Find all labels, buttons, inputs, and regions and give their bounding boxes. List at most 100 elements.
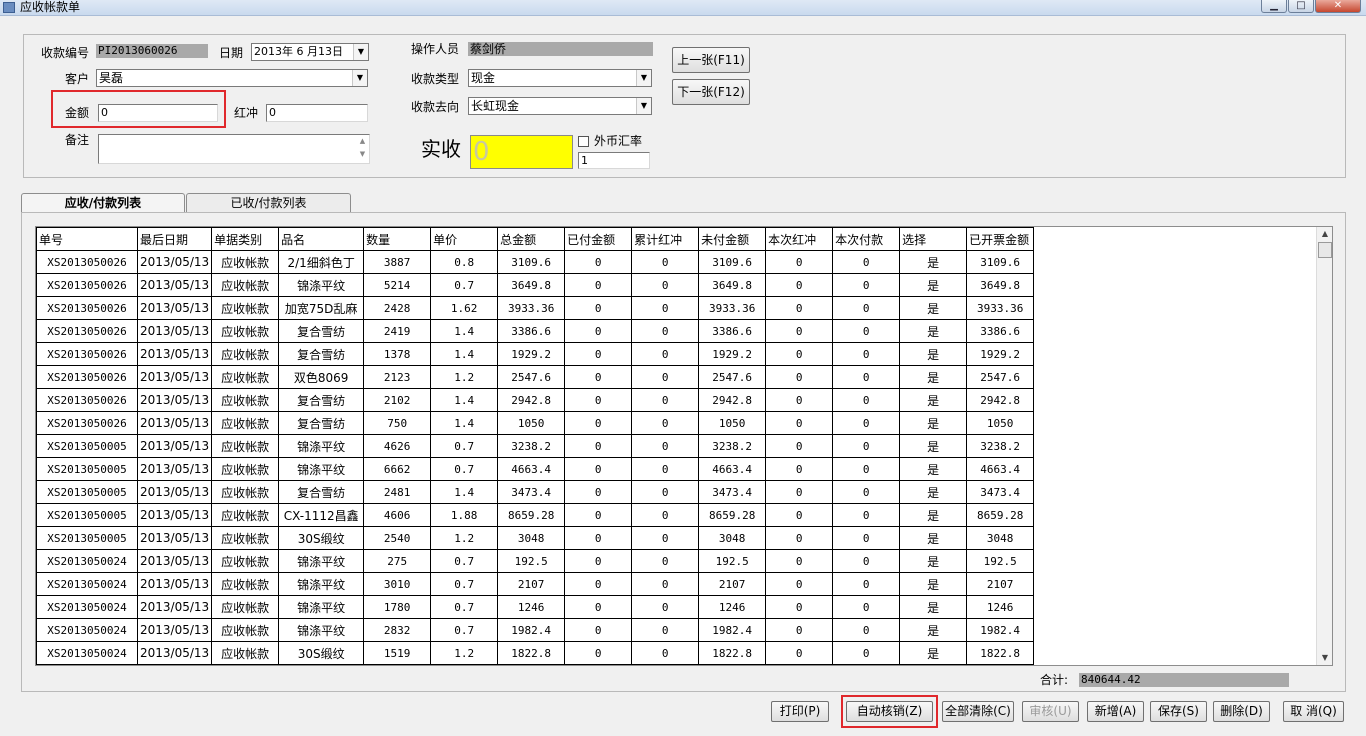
- table-cell[interactable]: 3649.8: [698, 273, 767, 297]
- table-cell[interactable]: 1780: [363, 595, 432, 619]
- table-cell[interactable]: 复合雪纺: [278, 388, 365, 412]
- table-cell[interactable]: 应收帐款: [211, 480, 280, 504]
- table-cell[interactable]: 5214: [363, 273, 432, 297]
- table-cell[interactable]: 是: [899, 595, 968, 619]
- table-cell[interactable]: 192.5: [497, 549, 566, 573]
- table-cell[interactable]: 1.4: [430, 319, 499, 343]
- table-cell[interactable]: 2942.8: [966, 388, 1035, 412]
- table-cell[interactable]: 2013/05/13: [136, 549, 213, 573]
- table-cell[interactable]: 3048: [497, 526, 566, 550]
- customer-select[interactable]: 昊磊 ▼: [96, 69, 368, 87]
- table-cell[interactable]: XS2013050024: [36, 641, 138, 665]
- table-cell[interactable]: 2547.6: [966, 365, 1035, 389]
- chevron-down-icon[interactable]: ▼: [352, 70, 367, 86]
- table-cell[interactable]: 0: [564, 641, 633, 665]
- table-cell[interactable]: 0: [832, 388, 901, 412]
- table-cell[interactable]: 0: [765, 526, 834, 550]
- table-cell[interactable]: 192.5: [966, 549, 1035, 573]
- scroll-up-icon[interactable]: ▲: [1317, 227, 1333, 241]
- table-cell[interactable]: 8659.28: [966, 503, 1035, 527]
- table-cell[interactable]: 应收帐款: [211, 549, 280, 573]
- table-cell[interactable]: 0: [832, 480, 901, 504]
- table-cell[interactable]: 30S缎纹: [278, 526, 365, 550]
- table-row[interactable]: XS2013050024 2013/05/13 应收帐款 锦涤平纹 2832 0.7 198…: [36, 618, 1035, 642]
- table-cell[interactable]: 0: [564, 250, 633, 274]
- table-row[interactable]: XS2013050026 2013/05/13 应收帐款 双色8069 2123 1.2 2…: [36, 365, 1035, 389]
- column-header[interactable]: 最后日期: [136, 227, 213, 251]
- table-cell[interactable]: 1.4: [430, 342, 499, 366]
- table-cell[interactable]: 应收帐款: [211, 250, 280, 274]
- table-cell[interactable]: 1.88: [430, 503, 499, 527]
- table-cell[interactable]: 3887: [363, 250, 432, 274]
- table-cell[interactable]: 3109.6: [698, 250, 767, 274]
- table-cell[interactable]: 是: [899, 411, 968, 435]
- table-cell[interactable]: 是: [899, 526, 968, 550]
- table-cell[interactable]: 0: [832, 250, 901, 274]
- table-cell[interactable]: 0: [832, 549, 901, 573]
- date-picker[interactable]: 2013年 6 月13日 ▼: [251, 43, 369, 61]
- add-button[interactable]: 新增(A): [1087, 701, 1144, 722]
- table-cell[interactable]: [363, 664, 432, 665]
- table-cell[interactable]: 0: [631, 549, 700, 573]
- table-cell[interactable]: 2013/05/13: [136, 273, 213, 297]
- table-cell[interactable]: [36, 664, 138, 665]
- close-icon[interactable]: ✕: [1315, 0, 1361, 13]
- table-cell[interactable]: 锦涤平纹: [278, 273, 365, 297]
- table-cell[interactable]: 0: [631, 457, 700, 481]
- column-header[interactable]: 累计红冲: [631, 227, 700, 251]
- table-cell[interactable]: 3473.4: [966, 480, 1035, 504]
- table-cell[interactable]: 0: [631, 342, 700, 366]
- table-cell[interactable]: 锦涤平纹: [278, 572, 365, 596]
- table-cell[interactable]: 0: [765, 388, 834, 412]
- table-cell[interactable]: 4606: [363, 503, 432, 527]
- table-cell[interactable]: [564, 664, 633, 665]
- table-cell[interactable]: 1.2: [430, 365, 499, 389]
- table-cell[interactable]: 6662: [363, 457, 432, 481]
- table-cell[interactable]: 应收帐款: [211, 595, 280, 619]
- table-cell[interactable]: 是: [899, 388, 968, 412]
- offset-input[interactable]: 0: [266, 104, 368, 122]
- table-cell[interactable]: 是: [899, 549, 968, 573]
- table-cell[interactable]: 应收帐款: [211, 388, 280, 412]
- table-cell[interactable]: 3649.8: [966, 273, 1035, 297]
- table-cell[interactable]: 锦涤平纹: [278, 618, 365, 642]
- table-cell[interactable]: 3048: [966, 526, 1035, 550]
- table-cell[interactable]: 0: [765, 365, 834, 389]
- table-row[interactable]: XS2013050024 2013/05/13 应收帐款 锦涤平纹 3010 0.7 210…: [36, 572, 1035, 596]
- table-cell[interactable]: 0: [564, 388, 633, 412]
- table-row[interactable]: XS2013050026 2013/05/13 应收帐款 锦涤平纹 5214 0.7 364…: [36, 273, 1035, 297]
- table-cell[interactable]: 2013/05/13: [136, 595, 213, 619]
- table-cell[interactable]: 加宽75D乱麻: [278, 296, 365, 320]
- table-cell[interactable]: 2013/05/13: [136, 641, 213, 665]
- chevron-down-icon[interactable]: ▼: [353, 44, 368, 60]
- table-row[interactable]: XS2013050005 2013/05/13 应收帐款 锦涤平纹 6662 0.7 466…: [36, 457, 1035, 481]
- table-cell[interactable]: 0.7: [430, 595, 499, 619]
- table-cell[interactable]: 1050: [966, 411, 1035, 435]
- table-cell[interactable]: 0: [765, 572, 834, 596]
- table-cell[interactable]: XS2013050005: [36, 457, 138, 481]
- table-cell[interactable]: 2942.8: [698, 388, 767, 412]
- table-cell[interactable]: 2013/05/13: [136, 572, 213, 596]
- chevron-down-icon[interactable]: ▼: [636, 98, 651, 114]
- table-cell[interactable]: 是: [899, 319, 968, 343]
- table-cell[interactable]: 0.8: [430, 250, 499, 274]
- table-cell[interactable]: 0: [631, 572, 700, 596]
- table-cell[interactable]: [136, 664, 213, 665]
- table-cell[interactable]: 0.7: [430, 273, 499, 297]
- table-cell[interactable]: 4663.4: [497, 457, 566, 481]
- table-cell[interactable]: 应收帐款: [211, 342, 280, 366]
- table-cell[interactable]: 0: [631, 250, 700, 274]
- table-cell[interactable]: 1378: [363, 342, 432, 366]
- table-cell[interactable]: 0: [631, 503, 700, 527]
- table-row[interactable]: XS2013050026 2013/05/13 应收帐款 复合雪纺 2419 1.4 338…: [36, 319, 1035, 343]
- table-cell[interactable]: 2547.6: [497, 365, 566, 389]
- table-row[interactable]: XS2013050026 2013/05/13 应收帐款 加宽75D乱麻 2428 1.6…: [36, 296, 1035, 320]
- table-cell[interactable]: [430, 664, 499, 665]
- table-cell[interactable]: XS2013050026: [36, 273, 138, 297]
- table-cell[interactable]: 750: [363, 411, 432, 435]
- table-row[interactable]: XS2013050026 2013/05/13 应收帐款 复合雪纺 2102 1.4 294…: [36, 388, 1035, 412]
- table-cell[interactable]: 0: [564, 503, 633, 527]
- tab-received-list[interactable]: 已收/付款列表: [186, 193, 351, 212]
- column-header[interactable]: 未付金额: [698, 227, 767, 251]
- table-cell[interactable]: XS2013050026: [36, 319, 138, 343]
